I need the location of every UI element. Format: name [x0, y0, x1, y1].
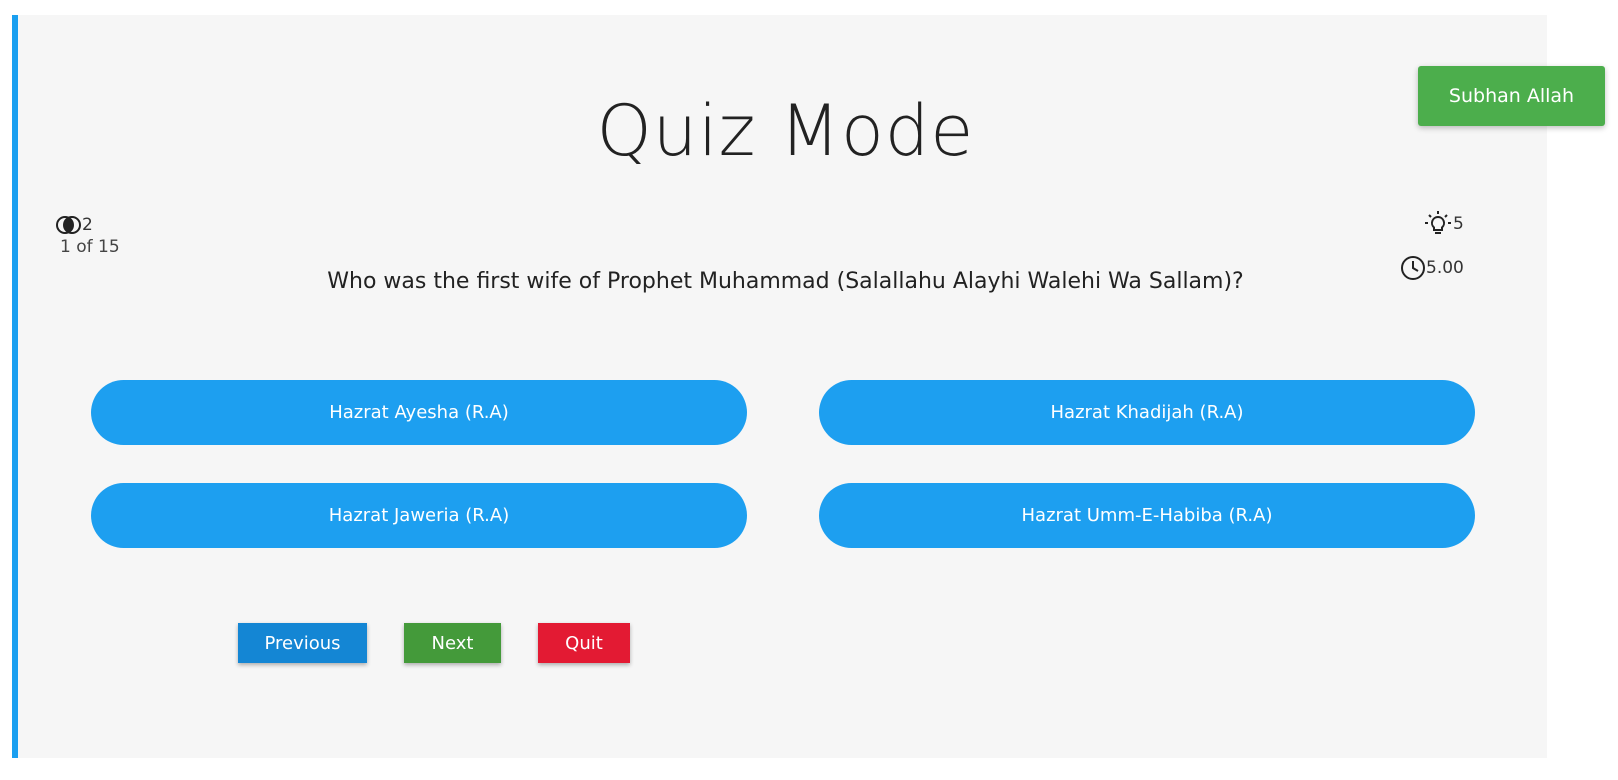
- next-button[interactable]: Next: [404, 623, 501, 663]
- quit-button[interactable]: Quit: [538, 623, 630, 663]
- quiz-panel: Quiz Mode 2 1 of 15 5 5.00 Who was the f…: [12, 15, 1547, 758]
- page-title: Quiz Mode: [596, 90, 975, 172]
- previous-button[interactable]: Previous: [238, 623, 367, 663]
- attempts-stat: 2: [56, 215, 93, 235]
- circles-icon: [56, 215, 82, 235]
- question-text: Who was the first wife of Prophet Muhamm…: [327, 269, 1244, 294]
- answer-option-1[interactable]: Hazrat Ayesha (R.A): [91, 380, 747, 445]
- answer-option-2[interactable]: Hazrat Khadijah (R.A): [819, 380, 1475, 445]
- success-toast: Subhan Allah: [1418, 66, 1605, 126]
- hints-count: 5: [1453, 214, 1464, 234]
- lightbulb-icon: [1423, 210, 1453, 238]
- attempts-count: 2: [82, 215, 93, 235]
- answer-option-3[interactable]: Hazrat Jaweria (R.A): [91, 483, 747, 548]
- hints-stat[interactable]: 5: [1423, 210, 1464, 238]
- question-progress: 1 of 15: [60, 237, 120, 257]
- answer-option-4[interactable]: Hazrat Umm-E-Habiba (R.A): [819, 483, 1475, 548]
